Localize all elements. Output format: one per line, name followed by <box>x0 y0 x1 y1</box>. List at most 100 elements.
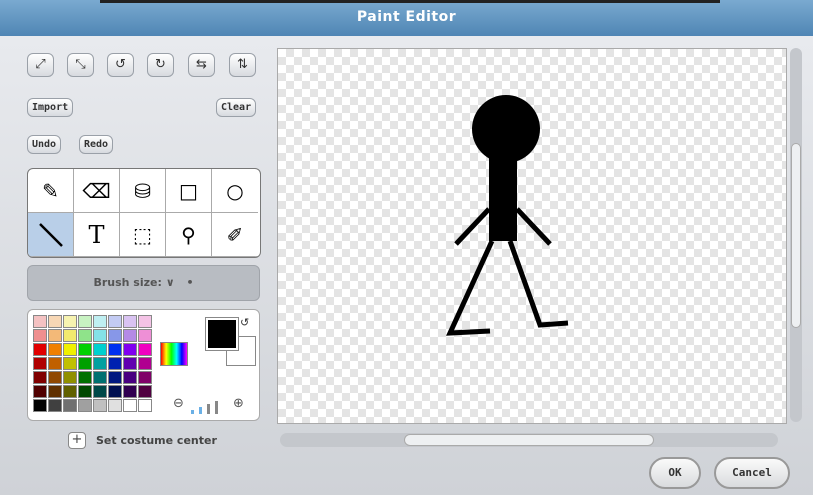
color-picker-icon[interactable] <box>160 342 188 366</box>
foreground-color-swatch[interactable] <box>205 317 239 351</box>
line-glyph <box>38 222 63 247</box>
color-swatch[interactable] <box>93 357 107 370</box>
color-swatch[interactable] <box>93 343 107 356</box>
set-costume-center-label: Set costume center <box>96 434 217 447</box>
color-swatch[interactable] <box>108 385 122 398</box>
color-swatch[interactable] <box>93 329 107 342</box>
stick-figure-drawing <box>446 95 569 336</box>
color-swatch[interactable] <box>108 371 122 384</box>
color-swatch[interactable] <box>48 329 62 342</box>
color-swatch[interactable] <box>78 357 92 370</box>
color-swatch[interactable] <box>78 399 92 412</box>
color-swatch[interactable] <box>78 329 92 342</box>
color-swatch[interactable] <box>138 329 152 342</box>
color-swatch[interactable] <box>63 385 77 398</box>
eraser-icon[interactable]: ⌫ <box>74 169 120 213</box>
zoom-in-icon[interactable]: ⊕ <box>233 396 244 411</box>
title-bar: Paint Editor <box>0 0 813 36</box>
brush-size-label: Brush size: <box>93 276 162 289</box>
color-swatch[interactable] <box>93 371 107 384</box>
vertical-scroll-thumb[interactable] <box>791 143 801 328</box>
fill-bucket-icon[interactable]: ⛁ <box>120 169 166 213</box>
color-swatch[interactable] <box>63 329 77 342</box>
color-swatch[interactable] <box>93 385 107 398</box>
clear-button[interactable]: Clear <box>216 98 257 117</box>
color-swatch[interactable] <box>138 399 152 412</box>
color-swatch[interactable] <box>48 343 62 356</box>
stamp-icon[interactable]: ⚲ <box>166 213 212 257</box>
color-swatch[interactable] <box>138 385 152 398</box>
flip-vertical-icon[interactable]: ⇅ <box>229 53 256 77</box>
color-swatch[interactable] <box>48 315 62 328</box>
flip-horizontal-icon[interactable]: ⇆ <box>188 53 215 77</box>
drawing-canvas[interactable] <box>277 48 787 424</box>
color-swatch[interactable] <box>78 371 92 384</box>
color-swatch[interactable] <box>93 315 107 328</box>
set-costume-center-button[interactable]: + <box>68 432 86 449</box>
zoom-out-icon[interactable]: ⊖ <box>173 396 184 411</box>
color-swatch[interactable] <box>63 343 77 356</box>
color-swatch[interactable] <box>108 399 122 412</box>
import-button[interactable]: Import <box>27 98 74 117</box>
select-icon[interactable]: ⬚ <box>120 213 166 257</box>
brush-size-control[interactable]: Brush size: ∨ • <box>27 265 260 301</box>
color-swatch[interactable] <box>123 329 137 342</box>
color-swatches <box>33 315 152 412</box>
grow-icon[interactable]: ⤢ <box>27 53 54 77</box>
text-icon[interactable]: T <box>74 213 120 257</box>
line-icon[interactable] <box>28 213 74 257</box>
color-swatch[interactable] <box>63 371 77 384</box>
color-swatch[interactable] <box>108 343 122 356</box>
color-swatch[interactable] <box>78 343 92 356</box>
color-swatch[interactable] <box>33 315 47 328</box>
horizontal-scrollbar[interactable] <box>280 433 778 447</box>
cancel-button[interactable]: Cancel <box>714 457 790 489</box>
color-swatch[interactable] <box>138 343 152 356</box>
color-swatch[interactable] <box>138 357 152 370</box>
color-swatch[interactable] <box>123 399 137 412</box>
zoom-level-icon <box>191 400 231 414</box>
color-swatch[interactable] <box>48 385 62 398</box>
color-swatch[interactable] <box>63 315 77 328</box>
editor-panel: ⤢ ⤡ ↺ ↻ ⇆ ⇅ Import Clear Undo Redo ✎ ⌫ ⛁… <box>0 36 813 495</box>
undo-button[interactable]: Undo <box>27 135 62 154</box>
color-swatch[interactable] <box>33 371 47 384</box>
paintbrush-icon[interactable]: ✎ <box>28 169 74 213</box>
ellipse-icon[interactable]: ○ <box>212 169 258 213</box>
eyedropper-icon[interactable]: ✐ <box>212 213 258 257</box>
color-swatch[interactable] <box>93 399 107 412</box>
rectangle-icon[interactable]: □ <box>166 169 212 213</box>
redo-button[interactable]: Redo <box>79 135 114 154</box>
color-swatch[interactable] <box>123 343 137 356</box>
color-swatch[interactable] <box>48 399 62 412</box>
window-title: Paint Editor <box>356 9 457 25</box>
color-swatch[interactable] <box>48 357 62 370</box>
color-swatch[interactable] <box>33 357 47 370</box>
color-swatch[interactable] <box>108 315 122 328</box>
color-swatch[interactable] <box>48 371 62 384</box>
shrink-icon[interactable]: ⤡ <box>67 53 94 77</box>
color-swatch[interactable] <box>123 385 137 398</box>
top-strip <box>100 0 720 3</box>
vertical-scrollbar[interactable] <box>790 48 802 422</box>
color-swatch[interactable] <box>108 357 122 370</box>
color-swatch[interactable] <box>78 315 92 328</box>
color-swatch[interactable] <box>33 343 47 356</box>
swap-colors-icon[interactable]: ↺ <box>240 316 249 329</box>
horizontal-scroll-thumb[interactable] <box>404 434 654 446</box>
rotate-left-icon[interactable]: ↺ <box>107 53 134 77</box>
color-swatch[interactable] <box>63 399 77 412</box>
rotate-right-icon[interactable]: ↻ <box>147 53 174 77</box>
color-swatch[interactable] <box>138 315 152 328</box>
color-swatch[interactable] <box>123 315 137 328</box>
color-swatch[interactable] <box>123 371 137 384</box>
color-swatch[interactable] <box>138 371 152 384</box>
color-swatch[interactable] <box>33 329 47 342</box>
color-swatch[interactable] <box>108 329 122 342</box>
color-swatch[interactable] <box>63 357 77 370</box>
color-swatch[interactable] <box>78 385 92 398</box>
color-swatch[interactable] <box>123 357 137 370</box>
color-swatch[interactable] <box>33 399 47 412</box>
color-swatch[interactable] <box>33 385 47 398</box>
ok-button[interactable]: OK <box>649 457 701 489</box>
